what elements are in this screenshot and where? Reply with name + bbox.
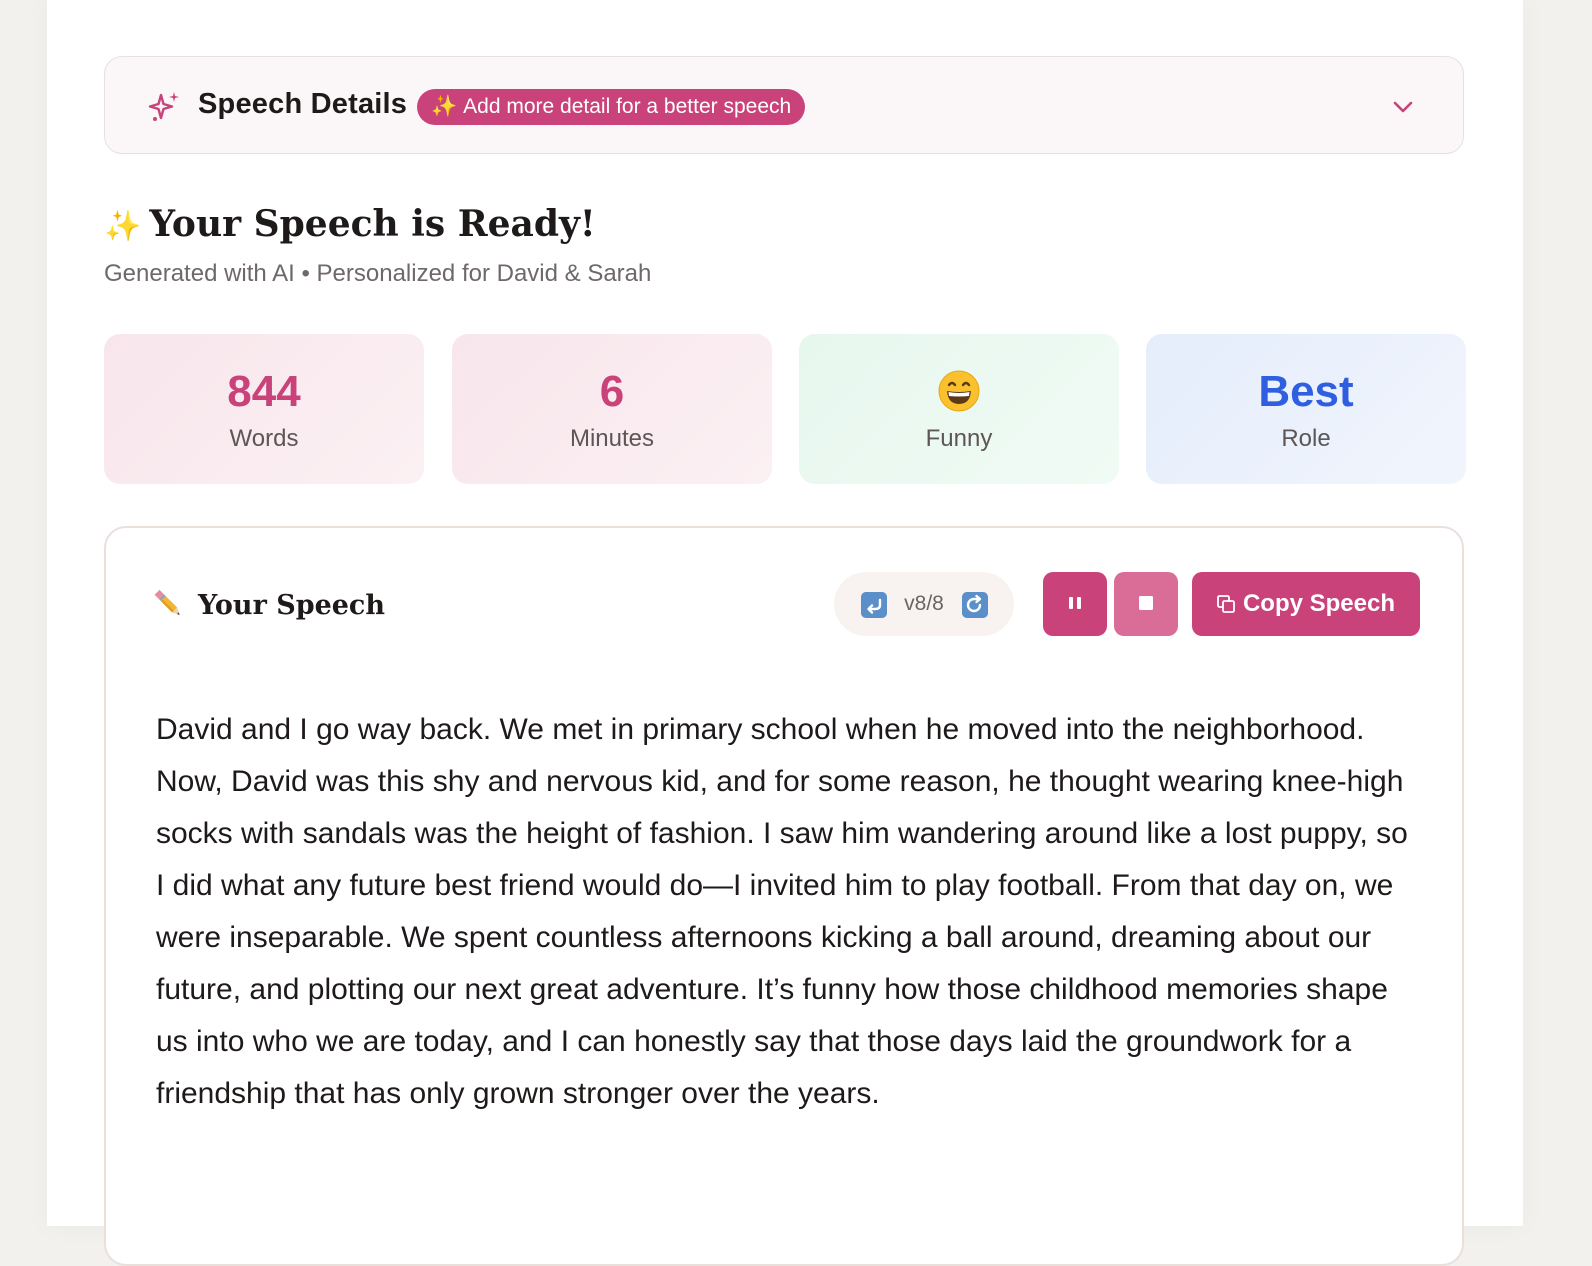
stat-value: 844 [227, 367, 301, 416]
chevron-down-icon[interactable] [1391, 95, 1415, 119]
pencil-icon [154, 589, 180, 615]
undo-icon[interactable] [861, 592, 887, 618]
speech-details-toggle[interactable]: Speech Details ✨ Add more detail for a be… [104, 56, 1464, 154]
page-title-text: Your Speech is Ready! [149, 203, 596, 245]
speech-panel: Your Speech v8/8 Copy Speech David and I… [104, 526, 1464, 1266]
stat-card-role: Best Role [1146, 334, 1466, 484]
stat-card-words: 844 Words [104, 334, 424, 484]
stop-icon [1139, 595, 1153, 610]
speech-heading-text: Your Speech [198, 590, 385, 621]
detail-hint-text: Add more detail for a better speech [463, 95, 792, 118]
stat-label: Words [229, 425, 299, 452]
speech-text: David and I go way back. We met in prima… [156, 713, 1408, 1110]
version-control: v8/8 [834, 572, 1014, 636]
speech-heading: Your Speech [150, 586, 385, 622]
stop-button[interactable] [1114, 572, 1178, 636]
stat-card-tone: Funny [799, 334, 1119, 484]
sparkles-icon: ✨ [431, 95, 458, 118]
redo-icon[interactable] [962, 592, 988, 618]
copy-speech-label: Copy Speech [1242, 590, 1396, 617]
pause-icon [1069, 596, 1081, 609]
sparkles-icon: ✨ [104, 209, 142, 244]
stat-card-minutes: 6 Minutes [452, 334, 772, 484]
copy-speech-button[interactable]: Copy Speech [1192, 572, 1420, 636]
page-title: ✨ Your Speech is Ready! [104, 203, 596, 245]
stat-label: Role [1281, 425, 1331, 452]
speech-details-title: Speech Details [198, 88, 408, 120]
stat-value: 6 [599, 367, 625, 416]
grinning-face-icon [938, 370, 980, 412]
stat-label: Minutes [569, 425, 655, 452]
pause-button[interactable] [1043, 572, 1107, 636]
version-indicator: v8/8 [904, 592, 944, 615]
detail-hint-badge: ✨ Add more detail for a better speech [417, 89, 806, 125]
sparkle-icon [148, 92, 179, 121]
page-card: Speech Details ✨ Add more detail for a be… [47, 0, 1523, 1266]
page-subtitle: Generated with AI • Personalized for Dav… [104, 260, 652, 287]
stat-value: Best [1258, 367, 1354, 416]
copy-icon [1217, 595, 1235, 613]
stat-label: Funny [925, 425, 993, 452]
